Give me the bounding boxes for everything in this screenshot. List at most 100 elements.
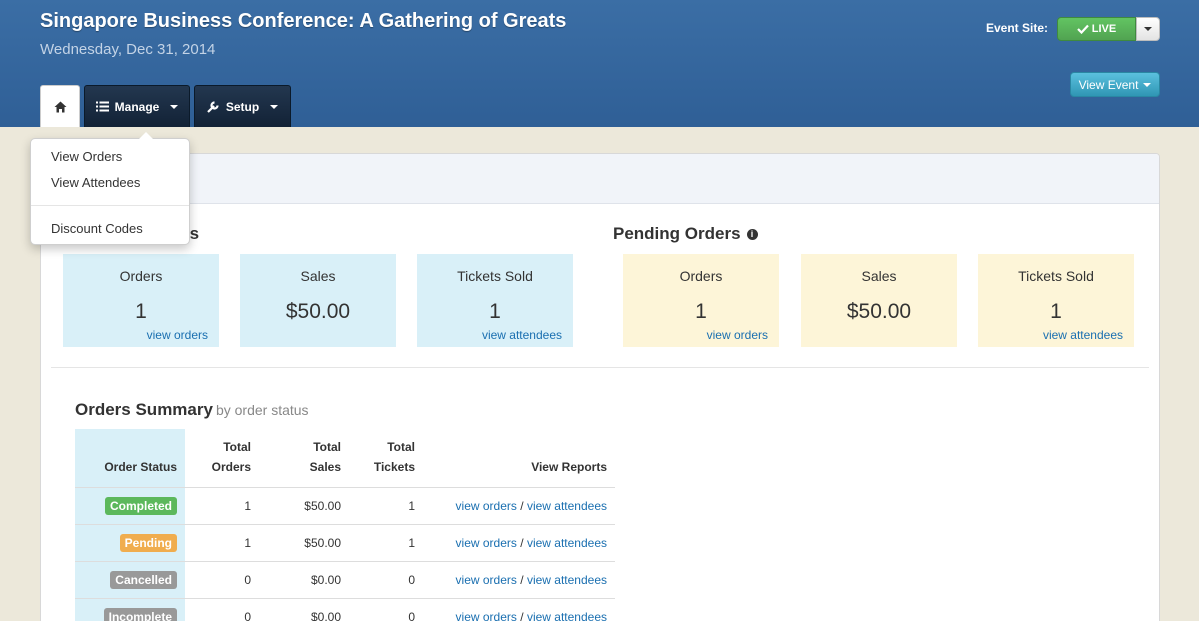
pending-tickets-stat: Tickets Sold 1 view attendees (978, 254, 1134, 347)
chevron-down-icon (1144, 27, 1152, 31)
live-status-button[interactable]: LIVE (1057, 17, 1136, 41)
section-divider (51, 367, 1149, 368)
col-total-tickets: Total Tickets (349, 429, 423, 487)
stat-label: Sales (861, 268, 897, 284)
reports-cell: view orders / view attendees (423, 523, 615, 561)
tickets-cell: 1 (349, 523, 423, 561)
view-orders-link[interactable]: view orders (147, 328, 208, 342)
tickets-cell: 0 (349, 560, 423, 598)
sales-cell: $50.00 (259, 486, 349, 524)
link-separator: / (520, 535, 524, 550)
orders-summary-title-text: Orders Summary (75, 400, 213, 419)
col-total-orders-l1: Total (223, 439, 251, 454)
link-separator: / (520, 609, 524, 621)
panel-header (41, 154, 1159, 204)
view-attendees-link[interactable]: view attendees (527, 573, 607, 587)
view-attendees-link[interactable]: view attendees (527, 499, 607, 513)
table-row: Pending 1 $50.00 1 view orders / view at… (75, 523, 615, 561)
view-orders-link[interactable]: view orders (456, 499, 517, 513)
col-total-sales: Total Sales (259, 429, 349, 487)
col-total-sales-l1: Total (313, 439, 341, 454)
view-attendees-link[interactable]: view attendees (482, 328, 562, 342)
link-separator: / (520, 572, 524, 587)
view-attendees-link[interactable]: view attendees (1043, 328, 1123, 342)
view-orders-link[interactable]: view orders (456, 610, 517, 621)
stat-value: 1 (1050, 300, 1062, 323)
stat-label: Tickets Sold (1018, 268, 1094, 284)
menu-item-discount-codes[interactable]: Discount Codes (51, 221, 143, 236)
dashboard-panel: rs Orders 1 view orders Sales $50.00 Tic… (40, 153, 1160, 621)
orders-cell: 1 (185, 523, 259, 561)
status-badge: Incomplete (103, 607, 177, 621)
live-status-dropdown-toggle[interactable] (1136, 17, 1160, 41)
table-row: Cancelled 0 $0.00 0 view orders / view a… (75, 560, 615, 598)
view-event-button[interactable]: View Event (1070, 72, 1160, 97)
stat-value: $50.00 (846, 300, 912, 323)
status-cell: Completed (75, 486, 185, 524)
orders-summary-title: Orders Summary by order status (75, 400, 309, 420)
table-row: Incomplete 0 $0.00 0 view orders / view … (75, 597, 615, 621)
chevron-down-icon (1143, 82, 1152, 87)
pending-orders-title: Pending Orders i (613, 224, 758, 244)
col-total-orders-l2: Orders (211, 459, 251, 474)
pending-orders-title-text: Pending Orders (613, 224, 741, 243)
tab-setup-label: Setup (225, 99, 260, 114)
wrench-icon (207, 101, 219, 113)
completed-orders-stat: Orders 1 view orders (63, 254, 219, 347)
manage-dropdown-menu: View Orders View Attendees Discount Code… (30, 132, 190, 245)
stat-label: Orders (679, 268, 723, 284)
sales-cell: $50.00 (259, 523, 349, 561)
event-title: Singapore Business Conference: A Gatheri… (40, 10, 567, 32)
completed-sales-stat: Sales $50.00 (240, 254, 396, 347)
pending-orders-stat: Orders 1 view orders (623, 254, 779, 347)
check-icon (1076, 24, 1089, 34)
stat-value: 1 (135, 300, 147, 323)
view-attendees-link[interactable]: view attendees (527, 536, 607, 550)
dropdown-arrow (139, 132, 153, 139)
sales-cell: $0.00 (259, 560, 349, 598)
list-icon (95, 101, 109, 112)
tickets-cell: 1 (349, 486, 423, 524)
event-site-label: Event Site: (986, 21, 1049, 35)
pending-sales-stat: Sales $50.00 (801, 254, 957, 347)
stat-value: $50.00 (285, 300, 351, 323)
stat-label: Orders (119, 268, 163, 284)
col-total-sales-l2: Sales (309, 459, 341, 474)
col-order-status: Order Status (75, 429, 185, 487)
stat-value: 1 (695, 300, 707, 323)
status-badge: Cancelled (110, 570, 177, 589)
info-icon[interactable]: i (746, 229, 758, 240)
sales-cell: $0.00 (259, 597, 349, 621)
view-event-label: View Event (1078, 77, 1139, 92)
status-cell: Pending (75, 523, 185, 561)
live-label: LIVE (1091, 23, 1117, 35)
tab-home[interactable] (40, 85, 80, 127)
stat-label: Tickets Sold (457, 268, 533, 284)
link-separator: / (520, 498, 524, 513)
col-total-tickets-l2: Tickets (373, 459, 415, 474)
menu-item-view-attendees[interactable]: View Attendees (51, 175, 140, 190)
event-header: Singapore Business Conference: A Gatheri… (0, 0, 1199, 127)
col-view-reports: View Reports (531, 459, 607, 474)
view-orders-link[interactable]: view orders (456, 573, 517, 587)
stat-value: 1 (489, 300, 501, 323)
status-badge: Pending (119, 533, 177, 552)
col-total-orders: Total Orders (185, 429, 259, 487)
col-total-tickets-l1: Total (387, 439, 415, 454)
tickets-cell: 0 (349, 597, 423, 621)
orders-summary-subtitle: by order status (215, 402, 309, 418)
view-orders-link[interactable]: view orders (707, 328, 768, 342)
reports-cell: view orders / view attendees (423, 560, 615, 598)
menu-item-view-orders[interactable]: View Orders (51, 149, 122, 164)
view-orders-link[interactable]: view orders (456, 536, 517, 550)
tab-setup[interactable]: Setup (194, 85, 291, 127)
orders-cell: 0 (185, 597, 259, 621)
tab-manage[interactable]: Manage (84, 85, 190, 127)
reports-cell: view orders / view attendees (423, 597, 615, 621)
chevron-down-icon (270, 104, 279, 109)
view-attendees-link[interactable]: view attendees (527, 610, 607, 621)
status-badge: Completed (104, 496, 177, 515)
status-cell: Cancelled (75, 560, 185, 598)
completed-tickets-stat: Tickets Sold 1 view attendees (417, 254, 573, 347)
orders-summary-table: Order Status Total Orders Total Sales Tota… (75, 429, 615, 621)
